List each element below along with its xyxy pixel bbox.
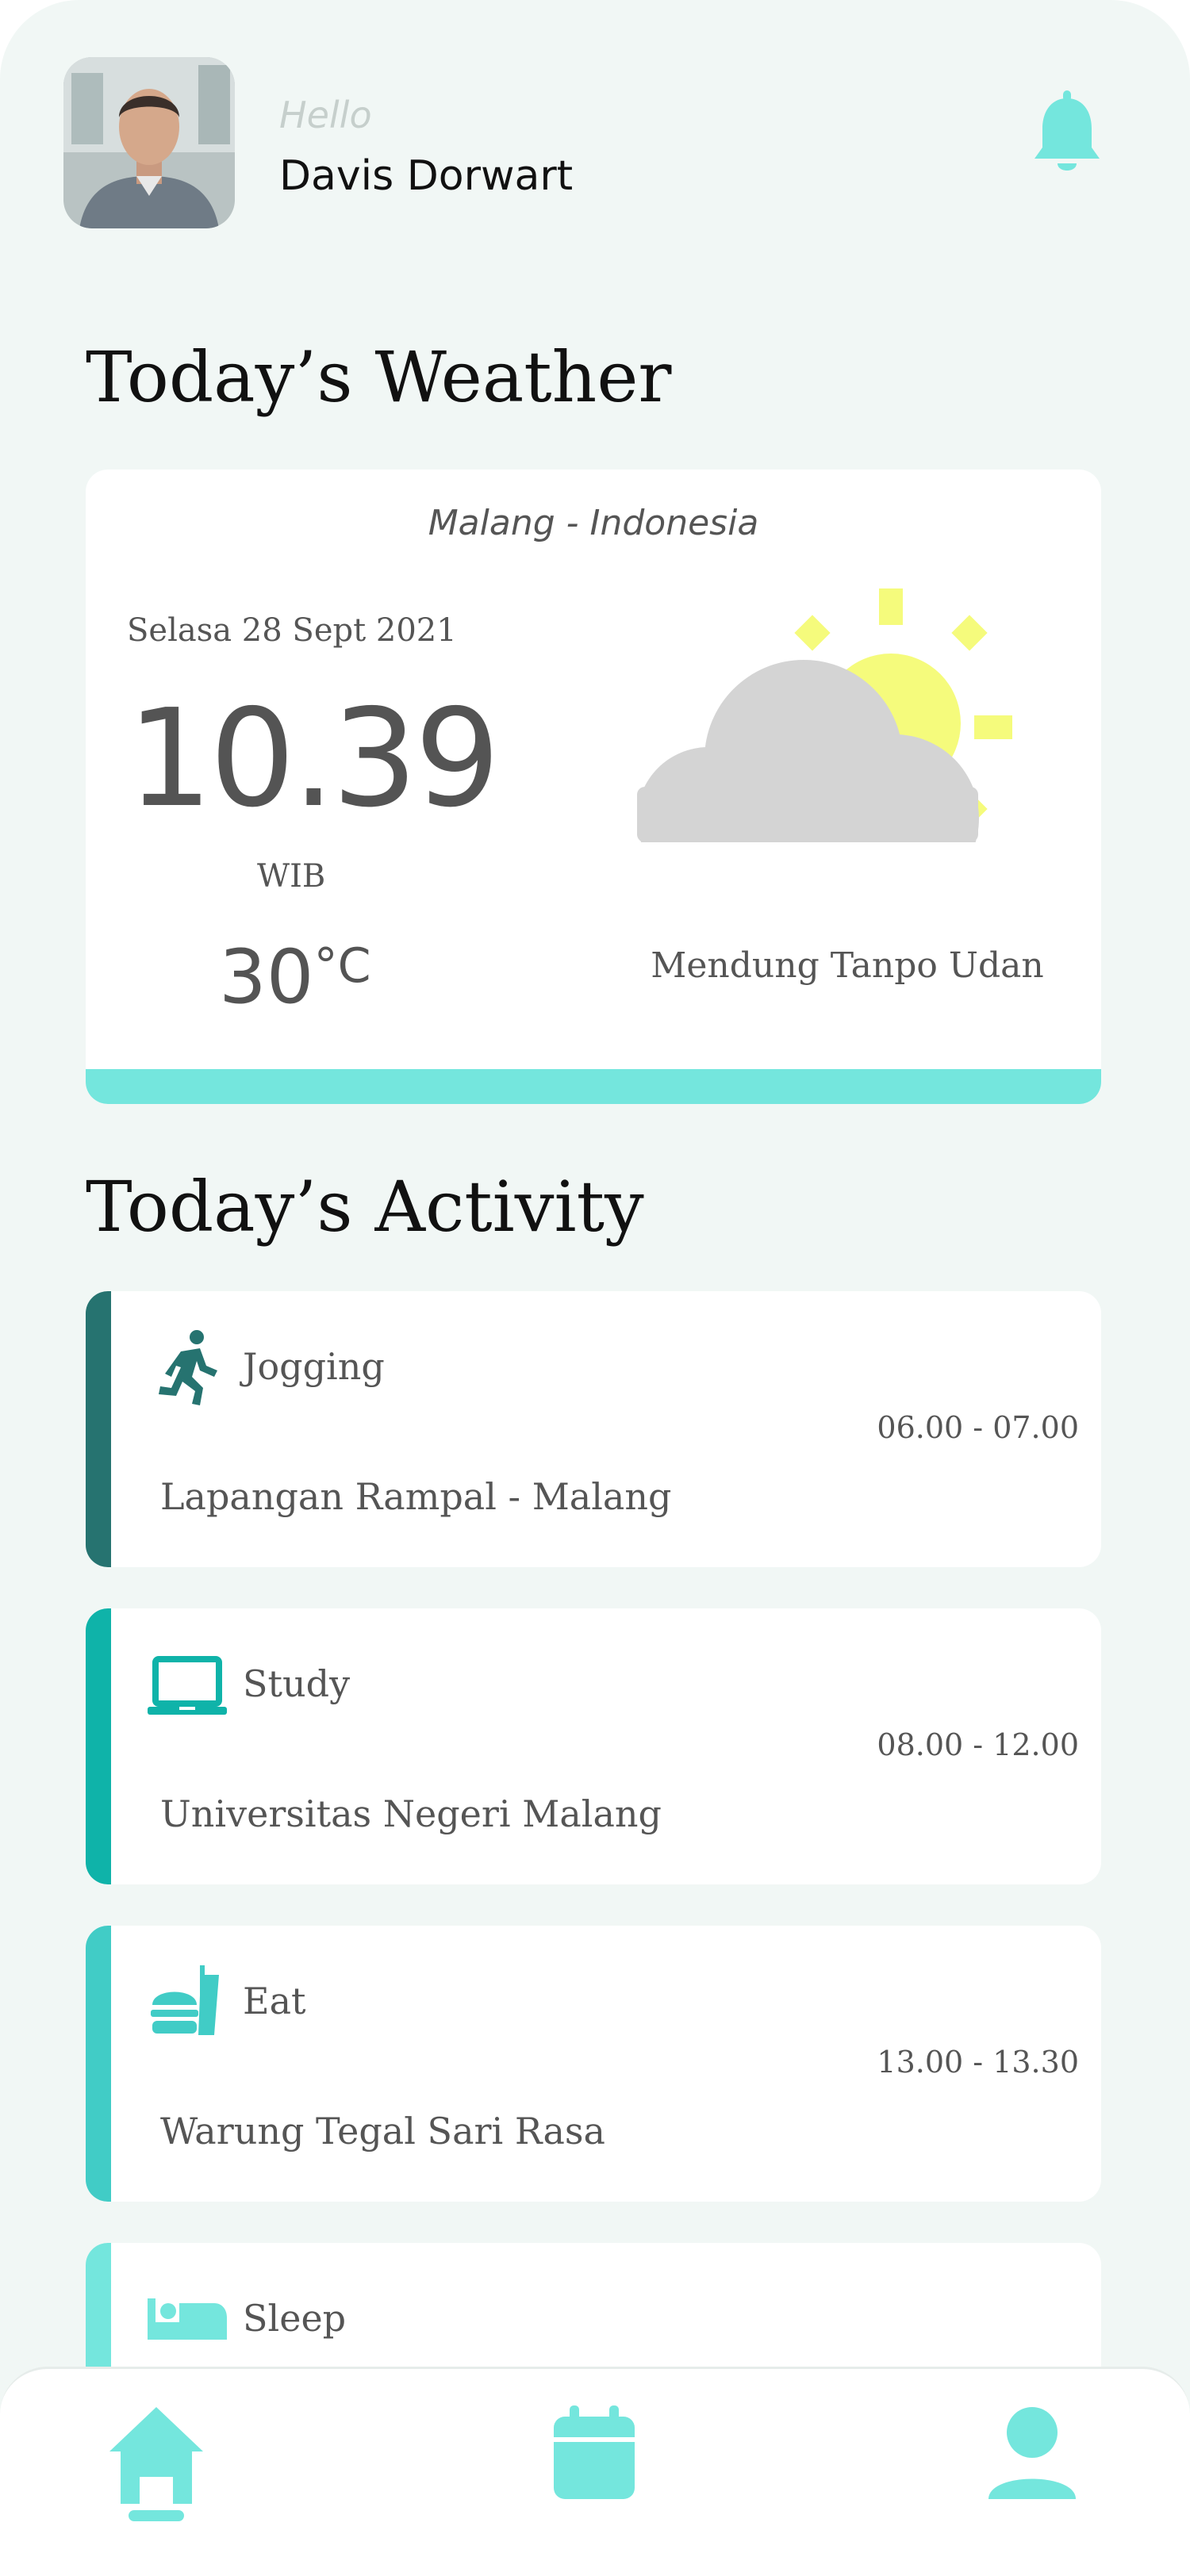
weather-section-title: Today’s Weather (86, 336, 672, 418)
weather-timezone: WIB (257, 858, 326, 895)
notification-bell-icon[interactable] (1031, 90, 1103, 178)
activity-place: Lapangan Rampal - Malang (160, 1475, 672, 1518)
activity-card-jogging[interactable]: Jogging 06.00 - 07.00 Lapangan Rampal - … (86, 1291, 1101, 1567)
activity-time: 13.00 - 13.30 (877, 2045, 1079, 2080)
running-icon (148, 1329, 227, 1409)
nav-profile-button[interactable] (981, 2401, 1084, 2528)
avatar[interactable] (63, 57, 235, 228)
activity-place: Warung Tegal Sari Rasa (160, 2110, 605, 2152)
activity-title: Eat (243, 1980, 306, 2022)
calendar-icon (554, 2405, 635, 2499)
nav-calendar-button[interactable] (543, 2401, 646, 2528)
app-screen: Hello Davis Dorwart Today’s Weather Mala… (0, 0, 1190, 2576)
activity-accent-bar (86, 1926, 111, 2202)
activity-time: 08.00 - 12.00 (877, 1727, 1079, 1762)
partly-cloudy-icon (633, 588, 1061, 903)
user-name: Davis Dorwart (279, 152, 574, 200)
activity-accent-bar (86, 1291, 111, 1567)
activity-place: Universitas Negeri Malang (160, 1792, 662, 1835)
weather-time: 10.39 (127, 680, 501, 838)
bottom-navigation (0, 2367, 1190, 2576)
weather-temperature: 30°C (219, 941, 371, 1015)
activity-title: Study (243, 1662, 351, 1705)
bed-icon (148, 2281, 227, 2360)
activity-accent-bar (86, 1608, 111, 1884)
activity-section-title: Today’s Activity (86, 1166, 644, 1248)
nav-home-button[interactable] (105, 2401, 208, 2528)
weather-date: Selasa 28 Sept 2021 (127, 612, 457, 649)
home-icon (109, 2407, 203, 2521)
weather-location: Malang - Indonesia (428, 503, 759, 543)
activity-title: Jogging (243, 1345, 385, 1388)
fastfood-icon (148, 1964, 227, 2043)
activity-title: Sleep (243, 2297, 347, 2340)
temperature-unit: °C (313, 938, 371, 994)
laptop-icon (148, 1646, 227, 1726)
activity-time: 06.00 - 07.00 (877, 1410, 1079, 1445)
weather-card: Malang - Indonesia Selasa 28 Sept 2021 1… (86, 470, 1101, 1104)
temperature-value: 30 (219, 934, 314, 1021)
weather-condition: Mendung Tanpo Udan (651, 945, 1044, 986)
person-icon (988, 2407, 1076, 2499)
activity-card-study[interactable]: Study 08.00 - 12.00 Universitas Negeri M… (86, 1608, 1101, 1884)
greeting-text: Hello (279, 94, 372, 136)
weather-card-accent-bar (86, 1069, 1101, 1104)
activity-card-eat[interactable]: Eat 13.00 - 13.30 Warung Tegal Sari Rasa (86, 1926, 1101, 2202)
